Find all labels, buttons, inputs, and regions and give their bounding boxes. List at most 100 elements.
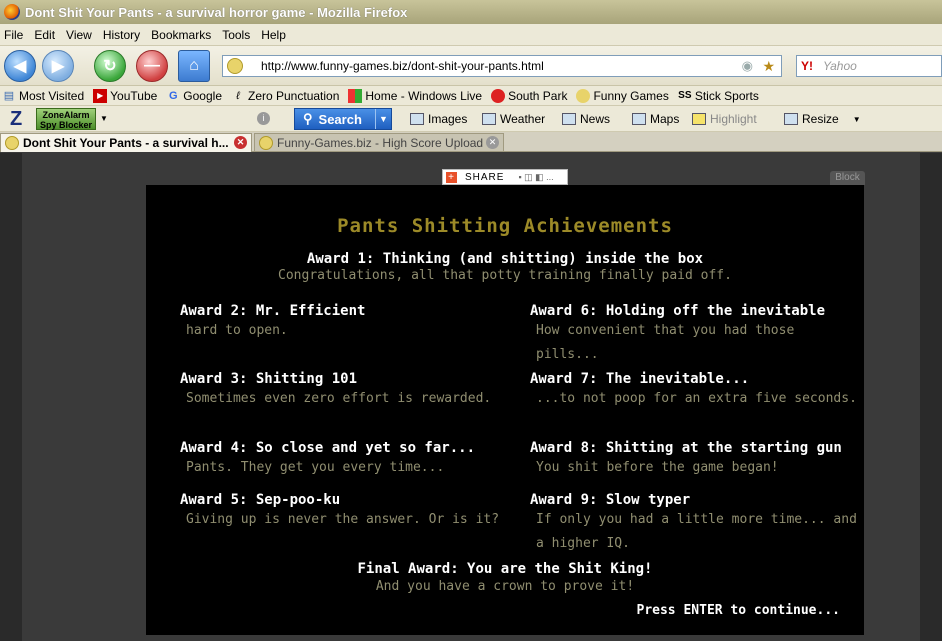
award-desc: How convenient that you had those pills.… bbox=[536, 323, 795, 362]
bookmark-windows-live[interactable]: Home - Windows Live bbox=[348, 88, 482, 103]
award-9: Award 9: Slow typer If only you had a li… bbox=[530, 492, 860, 556]
resize-dropdown-icon[interactable]: ▼ bbox=[853, 115, 861, 124]
bookmarks-toolbar: ▤ Most Visited ▶ YouTube G Google ℓ Zero Pun… bbox=[0, 86, 942, 106]
menu-file[interactable]: File bbox=[4, 28, 23, 42]
tab-favicon-icon bbox=[259, 135, 273, 150]
stop-button[interactable]: — bbox=[136, 50, 168, 82]
award-desc: Sometimes even zero effort is rewarded. bbox=[186, 391, 492, 406]
windows-icon bbox=[348, 88, 363, 103]
award-name: Award 5: Sep-poo-ku bbox=[180, 492, 341, 508]
info-icon[interactable]: i bbox=[257, 112, 270, 125]
award-desc: ...to not poop for an extra five seconds… bbox=[536, 391, 857, 406]
game-canvas[interactable]: Pants Shitting Achievements Award 1: Thi… bbox=[146, 185, 864, 635]
award-2: Award 2: Mr. Efficient hard to open. bbox=[180, 303, 510, 343]
final-award-desc: And you have a crown to prove it! bbox=[375, 579, 635, 594]
za-search-dropdown-icon[interactable]: ▼ bbox=[375, 109, 391, 129]
award-name: Award 9: Slow typer bbox=[530, 492, 691, 508]
page-content: + SHARE ▪ ◫ ◧ ... Block Pants Shitting A… bbox=[0, 153, 942, 641]
award-name: Award 7: The inevitable... bbox=[530, 371, 750, 387]
close-tab-icon[interactable]: ✕ bbox=[234, 136, 247, 149]
award-name: Award 3: Shitting 101 bbox=[180, 371, 358, 387]
back-arrow-icon: ◀ bbox=[13, 58, 27, 75]
site-favicon-icon bbox=[227, 58, 243, 74]
news-icon bbox=[562, 113, 576, 125]
home-icon: ⌂ bbox=[189, 57, 199, 74]
images-icon bbox=[410, 113, 424, 125]
menu-help[interactable]: Help bbox=[261, 28, 286, 42]
tab-high-score-upload[interactable]: Funny-Games.biz - High Score Upload ✕ bbox=[254, 133, 504, 152]
za-news-button[interactable]: News bbox=[562, 112, 610, 126]
menu-edit[interactable]: Edit bbox=[34, 28, 55, 42]
award-1-desc: Congratulations, all that potty training… bbox=[278, 268, 732, 283]
bookmark-zero-punctuation[interactable]: ℓ Zero Punctuation bbox=[231, 89, 339, 103]
spy-blocker-dropdown-icon[interactable]: ▼ bbox=[100, 114, 108, 123]
zonealarm-logo-icon[interactable]: Z bbox=[10, 108, 32, 130]
ss-icon: SS bbox=[678, 89, 692, 101]
award-name: Award 8: Shitting at the starting gun bbox=[530, 440, 842, 456]
stop-icon: — bbox=[144, 57, 160, 74]
feed-icon[interactable]: ◉ bbox=[742, 58, 753, 74]
award-8: Award 8: Shitting at the starting gun Yo… bbox=[530, 440, 860, 480]
award-desc: If only you had a little more time... an… bbox=[536, 512, 857, 551]
bookmarks-icon: ▤ bbox=[3, 89, 15, 102]
bookmark-stick-sports[interactable]: SS Stick Sports bbox=[678, 89, 759, 103]
home-button[interactable]: ⌂ bbox=[178, 50, 210, 82]
magnifier-icon: ⚲ bbox=[303, 111, 313, 126]
share-services-icon: ▪ ◫ ◧ ... bbox=[518, 171, 554, 182]
award-desc: hard to open. bbox=[186, 323, 288, 338]
block-button[interactable]: Block bbox=[830, 171, 865, 185]
reload-button[interactable]: ↻ bbox=[94, 50, 126, 82]
award-3: Award 3: Shitting 101 Sometimes even zer… bbox=[180, 371, 510, 411]
za-highlight-button[interactable]: Highlight bbox=[692, 112, 757, 126]
back-button[interactable]: ◀ bbox=[4, 50, 36, 82]
menu-bookmarks[interactable]: Bookmarks bbox=[151, 28, 211, 42]
bookmark-most-visited[interactable]: ▤ Most Visited bbox=[2, 89, 84, 103]
menu-history[interactable]: History bbox=[103, 28, 140, 42]
za-weather-button[interactable]: Weather bbox=[482, 112, 545, 126]
award-7: Award 7: The inevitable... ...to not poo… bbox=[530, 371, 860, 411]
tab-favicon-icon bbox=[5, 136, 19, 150]
bookmark-star-icon[interactable]: ★ bbox=[762, 58, 775, 75]
award-name: Award 6: Holding off the inevitable bbox=[530, 303, 826, 319]
za-search-button[interactable]: ⚲ Search ▼ bbox=[294, 108, 392, 130]
bookmark-youtube[interactable]: ▶ YouTube bbox=[93, 88, 157, 103]
resize-icon bbox=[784, 113, 798, 125]
search-box[interactable]: Y! Yahoo bbox=[796, 55, 942, 77]
yahoo-engine-icon[interactable]: Y! bbox=[801, 59, 813, 73]
award-6: Award 6: Holding off the inevitable How … bbox=[530, 303, 860, 367]
menu-view[interactable]: View bbox=[66, 28, 92, 42]
award-5: Award 5: Sep-poo-ku Giving up is never t… bbox=[180, 492, 510, 532]
tab-dont-shit-your-pants[interactable]: Dont Shit Your Pants - a survival h... ✕ bbox=[0, 133, 252, 152]
final-award-name: Final Award: You are the Shit King! bbox=[357, 561, 653, 577]
zonealarm-toolbar: Z ZoneAlarm Spy Blocker ▼ i ⚲ Search ▼ I… bbox=[0, 106, 942, 132]
za-images-button[interactable]: Images bbox=[410, 112, 467, 126]
za-maps-button[interactable]: Maps bbox=[632, 112, 679, 126]
tab-bar: Dont Shit Your Pants - a survival h... ✕… bbox=[0, 132, 942, 152]
url-text[interactable]: http://www.funny-games.biz/dont-shit-you… bbox=[261, 59, 544, 73]
close-tab-icon[interactable]: ✕ bbox=[486, 136, 499, 149]
search-placeholder: Yahoo bbox=[823, 59, 857, 73]
bookmark-google[interactable]: G Google bbox=[166, 89, 222, 103]
bookmark-funny-games[interactable]: Funny Games bbox=[576, 88, 669, 103]
award-name: Award 4: So close and yet so far... bbox=[180, 440, 476, 456]
award-desc: You shit before the game began! bbox=[536, 460, 779, 475]
tab-label: Funny-Games.biz - High Score Upload bbox=[277, 135, 484, 150]
reload-icon: ↻ bbox=[103, 58, 117, 75]
spy-blocker-button[interactable]: ZoneAlarm Spy Blocker bbox=[36, 107, 96, 130]
menu-tools[interactable]: Tools bbox=[222, 28, 250, 42]
maps-icon bbox=[632, 113, 646, 125]
funnygames-icon bbox=[576, 88, 591, 103]
zp-icon: ℓ bbox=[236, 89, 240, 102]
forward-arrow-icon: ▶ bbox=[51, 58, 65, 75]
bookmark-south-park[interactable]: South Park bbox=[491, 88, 567, 103]
achievements-title: Pants Shitting Achievements bbox=[337, 215, 673, 237]
firefox-icon bbox=[4, 4, 20, 20]
za-resize-button[interactable]: Resize ▼ bbox=[784, 112, 861, 126]
award-desc: Giving up is never the answer. Or is it? bbox=[186, 512, 500, 527]
award-1-name: Award 1: Thinking (and shitting) inside … bbox=[306, 251, 704, 267]
forward-button[interactable]: ▶ bbox=[42, 50, 74, 82]
weather-icon bbox=[482, 113, 496, 125]
share-button[interactable]: + SHARE ▪ ◫ ◧ ... bbox=[442, 169, 568, 185]
url-bar[interactable]: http://www.funny-games.biz/dont-shit-you… bbox=[222, 55, 782, 77]
right-margin bbox=[920, 153, 942, 641]
